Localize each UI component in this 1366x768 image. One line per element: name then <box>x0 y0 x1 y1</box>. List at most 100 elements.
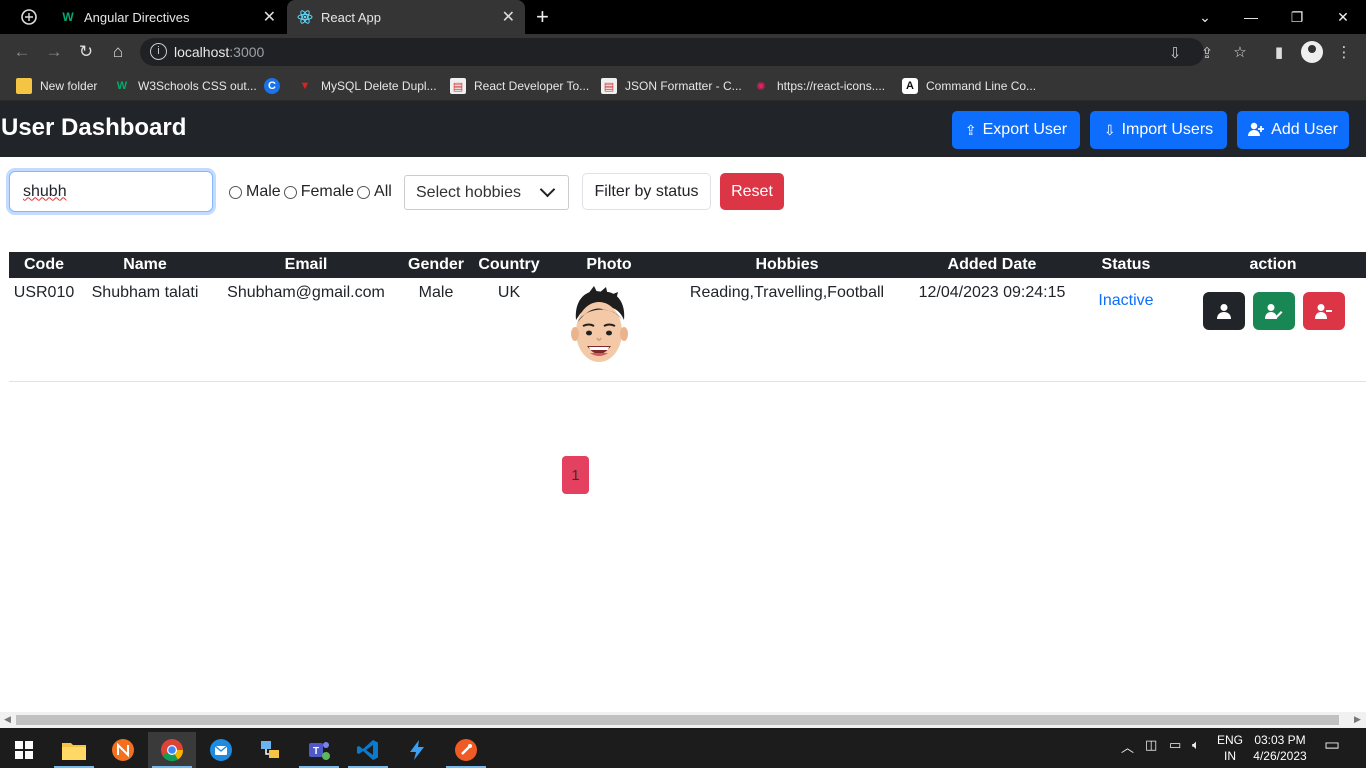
add-user-label: Add User <box>1271 121 1338 138</box>
minimize-button[interactable]: — <box>1228 0 1274 34</box>
view-user-button[interactable] <box>1203 292 1245 330</box>
install-app-icon[interactable]: ⇩ <box>1166 44 1184 62</box>
gender-filter: Male Female All <box>228 183 394 201</box>
page-title: User Dashboard <box>1 114 187 141</box>
tab-angular-directives[interactable]: W Angular Directives ✕ <box>50 0 286 34</box>
volume-icon[interactable]: 🔈︎ <box>1192 737 1200 753</box>
close-tab-icon[interactable]: ✕ <box>263 7 276 27</box>
bookmark-new-folder[interactable]: New folder <box>16 76 97 96</box>
pinned-tab[interactable] <box>8 0 50 34</box>
bookmark-json-formatter[interactable]: ▤ JSON Formatter - C... <box>601 76 742 96</box>
export-user-button[interactable]: ⇪ Export User <box>952 111 1080 149</box>
home-button[interactable]: ⌂ <box>106 40 130 64</box>
start-button[interactable] <box>0 732 48 768</box>
col-name: Name <box>123 256 167 273</box>
close-window-button[interactable]: ✕ <box>1320 0 1366 34</box>
network-icon[interactable]: ▭ <box>1169 737 1181 753</box>
export-user-label: Export User <box>982 121 1068 138</box>
scroll-right-icon[interactable]: ▶ <box>1354 714 1361 725</box>
system-clock[interactable]: 03:03 PM 4/26/2023 <box>1250 732 1310 764</box>
vivaldi-v-icon: ▼ <box>299 80 311 92</box>
close-tab-icon[interactable]: ✕ <box>502 7 515 27</box>
clock-date: 4/26/2023 <box>1253 749 1307 763</box>
bookmark-mysql[interactable]: ▼ MySQL Delete Dupl... <box>297 76 437 96</box>
reload-button[interactable]: ↻ <box>74 40 98 64</box>
side-panel-icon[interactable]: ▮ <box>1269 42 1289 62</box>
bookmark-command-line[interactable]: A Command Line Co... <box>902 76 1036 96</box>
download-icon: ⇩ <box>1103 121 1116 138</box>
taskbar-vscode[interactable] <box>344 732 392 768</box>
taskbar-outlook[interactable] <box>197 732 245 768</box>
taskbar-chrome[interactable] <box>148 732 196 768</box>
bookmark-label: JSON Formatter - C... <box>625 79 742 93</box>
tab-title: Angular Directives <box>84 9 190 25</box>
bookmark-react-dev-tools[interactable]: ▤ React Developer To... <box>450 76 589 96</box>
bookmark-label: https://react-icons.... <box>777 79 886 93</box>
clock-time: 03:03 PM <box>1254 733 1306 747</box>
hobbies-select[interactable]: Select hobbies <box>404 175 569 210</box>
radio-all[interactable] <box>357 185 371 199</box>
taskbar-postman[interactable] <box>442 732 490 768</box>
search-input[interactable] <box>9 171 213 212</box>
profile-avatar[interactable] <box>1301 41 1323 63</box>
status-filter-button[interactable]: Filter by status <box>582 173 711 210</box>
cell-added-date: 12/04/2023 09:24:15 <box>918 284 1066 301</box>
google-c-icon: C <box>264 78 280 94</box>
radio-female-label: Female <box>300 183 355 200</box>
add-user-button[interactable]: Add User <box>1237 111 1349 149</box>
new-tab-button[interactable]: + <box>536 4 549 30</box>
mail-app-icon <box>210 739 232 761</box>
pagination-page-1[interactable]: 1 <box>562 456 589 494</box>
tab-search-icon[interactable]: ⌄ <box>1182 0 1228 34</box>
taskbar-power-automate[interactable] <box>393 732 441 768</box>
bookmark-star-icon[interactable]: ☆ <box>1230 42 1250 62</box>
share-icon[interactable]: ⇪ <box>1198 44 1216 62</box>
forward-button[interactable]: → <box>42 40 66 64</box>
lightning-icon <box>410 740 424 760</box>
bookmark-react-icons[interactable]: ✺ https://react-icons.... <box>753 76 885 96</box>
taskbar-file-explorer[interactable] <box>50 732 98 768</box>
webstore-icon: ▤ <box>601 78 617 94</box>
taskbar-teams[interactable]: T <box>295 732 343 768</box>
cell-name: Shubham talati <box>91 284 199 301</box>
col-gender: Gender <box>407 256 465 273</box>
horizontal-scrollbar[interactable]: ◀ ▶ <box>0 712 1366 728</box>
edit-user-button[interactable] <box>1253 292 1295 330</box>
w3schools-icon: W <box>116 80 128 92</box>
radio-male[interactable] <box>229 185 242 199</box>
chevron-down-icon <box>539 181 556 198</box>
cell-gender: Male <box>418 284 454 301</box>
bookmark-google[interactable]: C <box>264 76 288 96</box>
tab-react-app[interactable]: React App ✕ <box>287 0 525 34</box>
user-edit-icon <box>1265 304 1283 319</box>
reset-button[interactable]: Reset <box>720 173 784 210</box>
scroll-left-icon[interactable]: ◀ <box>4 714 11 725</box>
scrollbar-thumb[interactable] <box>16 715 1339 725</box>
col-hobbies: Hobbies <box>755 256 819 273</box>
bookmark-label: MySQL Delete Dupl... <box>321 79 437 93</box>
orange-n-icon <box>112 739 134 761</box>
notification-center-icon[interactable]: ▭ <box>1324 735 1340 755</box>
delete-user-button[interactable] <box>1303 292 1345 330</box>
taskbar-network-tool[interactable] <box>246 732 294 768</box>
taskbar-nodejs-app[interactable] <box>99 732 147 768</box>
menu-kebab-icon[interactable]: ⋮ <box>1334 42 1354 62</box>
tray-chevron-up-icon[interactable]: ︿ <box>1121 737 1134 756</box>
meet-now-icon[interactable]: ◫ <box>1145 737 1157 753</box>
cell-code: USR010 <box>13 284 75 301</box>
import-users-button[interactable]: ⇩ Import Users <box>1090 111 1227 149</box>
status-toggle-link[interactable]: Inactive <box>1098 292 1153 310</box>
radio-female[interactable] <box>283 185 297 199</box>
restore-button[interactable]: ❐ <box>1274 0 1320 34</box>
input-language[interactable]: ENG IN <box>1213 732 1247 764</box>
bookmark-label: Command Line Co... <box>926 79 1037 93</box>
address-bar[interactable]: i localhost:3000 ⇩ ⇪ <box>140 38 1213 66</box>
col-photo: Photo <box>586 256 632 273</box>
bookmark-w3schools[interactable]: W W3Schools CSS out... <box>114 76 257 96</box>
user-icon <box>1217 304 1231 319</box>
cell-email: Shubham@gmail.com <box>227 284 385 301</box>
site-info-icon[interactable]: i <box>150 43 167 60</box>
lang-code: ENG <box>1216 733 1243 747</box>
vscode-icon <box>357 740 378 760</box>
back-button[interactable]: ← <box>10 40 34 64</box>
